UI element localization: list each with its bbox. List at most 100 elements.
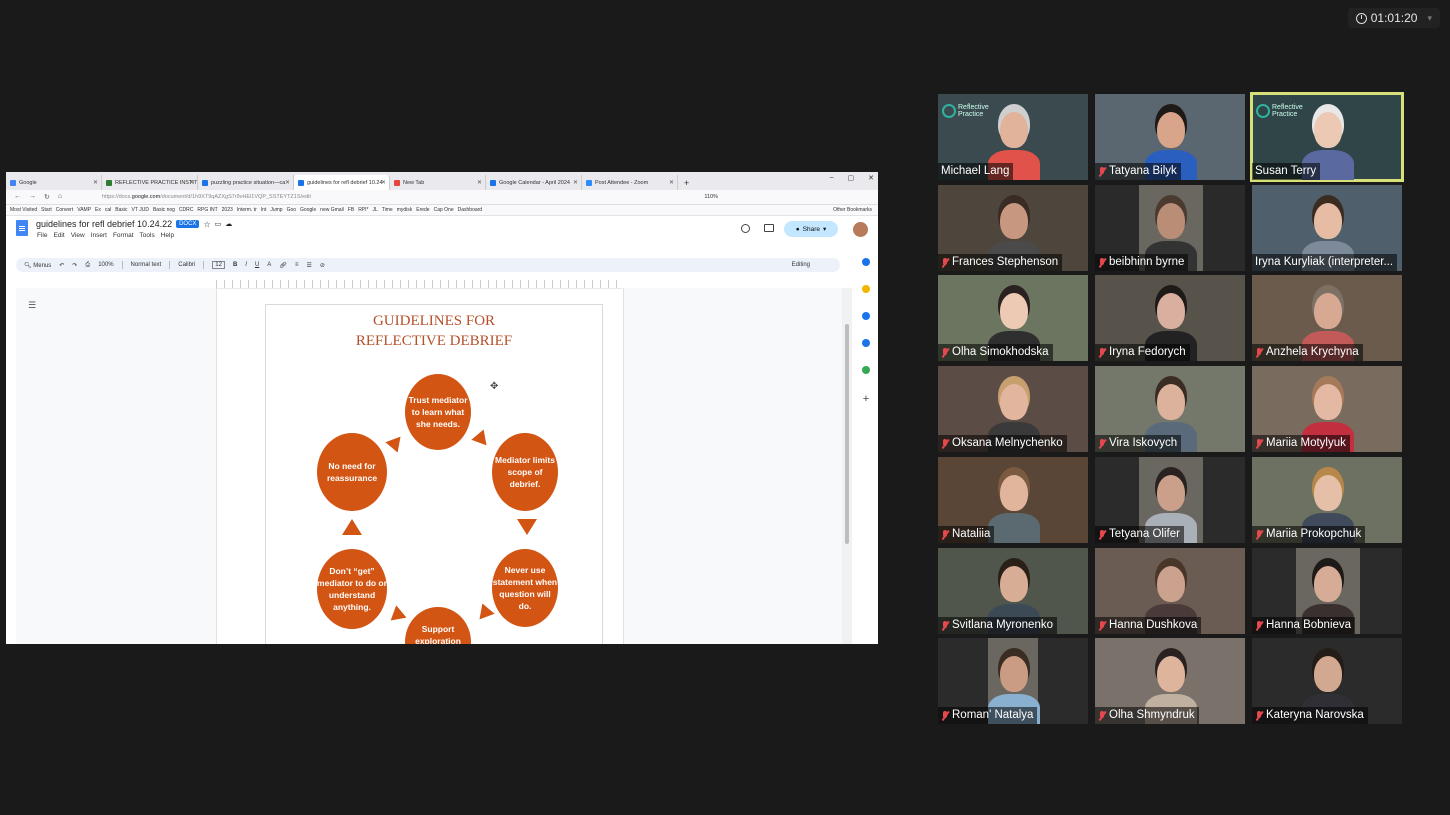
home-icon[interactable]: ⌂ [58,193,62,201]
bookmark-item[interactable]: Google [300,207,316,213]
calendar-icon[interactable] [862,258,870,266]
bookmark-item[interactable]: VAMP [77,207,91,213]
bookmark-item[interactable]: Ex [95,207,101,213]
close-tab-icon[interactable]: ✕ [285,179,290,186]
menu-edit[interactable]: Edit [53,232,64,239]
participant-tile[interactable]: Tatyana Bilyk [1095,94,1245,180]
zoom-select[interactable]: 100% [98,262,113,268]
align-icon[interactable]: ≡ [295,262,299,268]
menu-file[interactable]: File [37,232,47,239]
bookmark-item[interactable]: Convert [56,207,74,213]
participant-tile[interactable]: Anzhela Krychyna [1252,275,1402,361]
participant-tile[interactable]: Reflective Practice Michael Lang [938,94,1088,180]
participant-tile[interactable]: Vira Iskovych [1095,366,1245,452]
participant-tile[interactable]: Hanna Dushkova [1095,548,1245,634]
bookmark-item[interactable]: Time [382,207,393,213]
redo-icon[interactable]: ↷ [72,262,77,269]
scrollbar-thumb[interactable] [845,324,849,544]
bookmark-item[interactable]: Most Visited [10,207,37,213]
participant-tile[interactable]: Svitlana Myronenko [938,548,1088,634]
bookmark-item[interactable]: JL [372,207,377,213]
underline-icon[interactable]: U [255,262,259,268]
participant-tile[interactable]: Mariia Prokopchuk [1252,457,1402,543]
keep-icon[interactable] [862,285,870,293]
close-tab-icon[interactable]: ✕ [669,179,674,186]
url-text[interactable]: https://docs.google.com/document/d/1h9XT… [102,194,704,200]
participant-tile[interactable]: Hanna Bobnieva [1252,548,1402,634]
bold-icon[interactable]: B [233,262,237,268]
menu-tools[interactable]: Tools [140,232,155,239]
bookmark-item[interactable]: RPG INT [197,207,217,213]
bookmark-item[interactable]: FB [348,207,354,213]
bookmark-item[interactable]: Interm. tr [237,207,257,213]
participant-tile[interactable]: Iryna Fedorych [1095,275,1245,361]
menu-insert[interactable]: Insert [91,232,107,239]
font-size-input[interactable]: 12 [212,261,225,269]
participant-tile[interactable]: Nataliia [938,457,1088,543]
text-color-icon[interactable]: A [267,262,271,268]
bookmark-item[interactable]: CDRC [179,207,193,213]
outline-icon[interactable]: ☰ [28,300,36,311]
menu-view[interactable]: View [71,232,85,239]
forward-icon[interactable]: → [29,193,36,201]
undo-icon[interactable]: ↶ [59,262,64,269]
star-icon[interactable]: ☆ [203,220,210,229]
document-page[interactable]: GUIDELINES FOR REFLECTIVE DEBRIEF Trust … [265,304,603,644]
participant-tile[interactable]: Frances Stephenson [938,185,1088,271]
bookmark-item[interactable]: Cap One [434,207,454,213]
bookmark-item[interactable]: Basic [115,207,127,213]
browser-tab[interactable]: New Tab ✕ [390,175,486,190]
clear-format-icon[interactable]: ⊘ [320,262,325,269]
tasks-icon[interactable] [862,312,870,320]
participant-tile[interactable]: Mariia Motylyuk [1252,366,1402,452]
maximize-icon[interactable]: ▢ [848,174,855,182]
add-addon-icon[interactable]: + [854,393,878,405]
browser-tab[interactable]: puzzling practice situation—ca ✕ [198,175,294,190]
participant-tile[interactable]: Roman' Natalya [938,638,1088,724]
meeting-timer[interactable]: 01:01:20 ▾ [1347,8,1440,28]
style-select[interactable]: Normal text [131,262,162,268]
maps-icon[interactable] [862,366,870,374]
menu-help[interactable]: Help [161,232,174,239]
browser-tab[interactable]: Google ✕ [6,175,102,190]
bookmark-item[interactable]: 2023 [222,207,233,213]
version-history-icon[interactable] [741,224,750,233]
close-tab-icon[interactable]: ✕ [477,179,482,186]
account-avatar[interactable] [853,222,868,237]
bookmark-item[interactable]: Dashboard [458,207,482,213]
participant-tile[interactable]: Olha Simokhodska [938,275,1088,361]
new-tab-icon[interactable]: + [684,175,689,190]
comments-icon[interactable] [764,224,774,232]
vertical-scrollbar[interactable] [842,288,852,644]
browser-tab[interactable]: REFLECTIVE PRACTICE INSTITUTE✕ [102,175,198,190]
search-menus[interactable]: 🔍︎ Menus [24,262,51,269]
participant-tile[interactable]: Olha Shmyndruk [1095,638,1245,724]
other-bookmarks[interactable]: Other Bookmarks [833,207,878,213]
print-icon[interactable]: ⎙ [85,262,90,269]
italic-icon[interactable]: I [245,262,247,268]
participant-tile[interactable]: Iryna Kuryliak (interpreter... [1252,185,1402,271]
close-tab-icon[interactable]: ✕ [381,179,386,186]
participant-tile[interactable]: Reflective Practice Susan Terry [1250,92,1404,182]
close-window-icon[interactable]: ✕ [868,174,874,182]
participant-tile[interactable]: Tetyana Olifer [1095,457,1245,543]
bookmark-item[interactable]: Start [41,207,52,213]
editing-mode-select[interactable]: Editing [792,262,810,268]
reload-icon[interactable]: ↻ [44,193,50,201]
close-tab-icon[interactable]: ✕ [573,179,578,186]
share-button[interactable]: ● Share ▾ [784,221,838,237]
menu-format[interactable]: Format [113,232,134,239]
bookmark-item[interactable]: cal [105,207,111,213]
minimize-icon[interactable]: – [830,174,834,182]
bookmark-item[interactable]: mydisk [397,207,413,213]
contacts-icon[interactable] [862,339,870,347]
docs-logo-icon[interactable] [16,220,28,236]
link-icon[interactable]: 🔗︎ [279,262,287,269]
participant-tile[interactable]: Oksana Melnychenko [938,366,1088,452]
browser-tab[interactable]: Google Calendar - April 2024 ✕ [486,175,582,190]
close-tab-icon[interactable]: ✕ [189,179,194,186]
bookmark-item[interactable]: Erede [416,207,429,213]
document-title[interactable]: guidelines for refl debrief 10.24.22 [36,219,172,229]
cloud-status-icon[interactable]: ☁ [225,220,232,228]
bookmark-item[interactable]: RPI* [358,207,368,213]
